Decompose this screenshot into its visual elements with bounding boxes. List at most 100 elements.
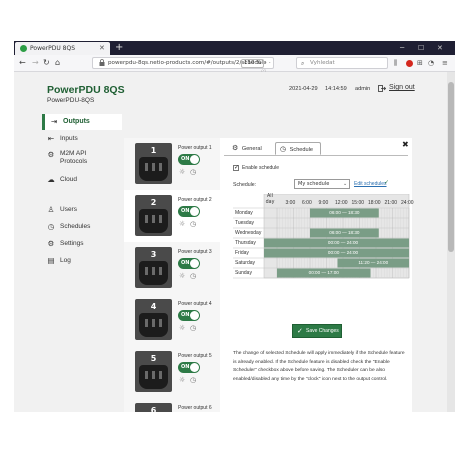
lock-icon [99,59,105,66]
schedule-select[interactable]: My schedule ⌄ [294,179,350,189]
output-toggle[interactable]: ON [178,310,200,321]
home-icon[interactable]: ⌂ [55,57,60,69]
settings-icon: ⚙ [47,239,55,248]
forward-icon[interactable]: → [32,57,39,69]
output-toggle[interactable]: ON [178,154,200,165]
new-tab-icon[interactable]: + [115,41,123,54]
clock-icon[interactable]: ◷ [190,272,196,281]
m2m-icon: ⚙ [47,150,55,159]
device-model: PowerPDU-8QS [47,97,95,104]
socket-face [139,157,168,181]
output-toggle[interactable]: ON [178,258,200,269]
output-number: 6 [150,406,157,412]
window-close-icon[interactable]: ✕ [437,42,443,54]
sidebar-item-m2m[interactable]: ⚙ M2M API Protocols [42,147,122,169]
library-icon[interactable]: ⫼ [394,58,397,68]
socket-pin [152,163,155,171]
sun-icon[interactable]: ☼ [179,220,185,229]
day-label: Monday [235,210,253,216]
socket-pin [145,267,148,275]
all-day-cell[interactable] [264,238,277,248]
scrollbar-thumb[interactable] [448,82,454,252]
browser-tabbar: PowerPDU 8QS ✕ + ─ ☐ ✕ [14,41,455,55]
sidebar-item-label: M2M API Protocols [60,150,88,165]
hour-label: 9:00 [318,200,329,206]
socket-face [139,209,168,233]
output-card[interactable]: 5 Power output 5 ON ☼ ◷ [124,346,220,398]
schedule-block-label: 00:00 — 17:00 [308,270,339,275]
socket-pin [145,371,148,379]
extension-icon[interactable]: ⊞ [417,58,423,68]
output-toggle[interactable]: ON [178,206,200,217]
sun-icon[interactable]: ☼ [179,376,185,385]
clock-icon[interactable]: ◷ [190,168,196,177]
sidebar-item-label: Cloud [60,176,77,183]
tab-general[interactable]: ⚙ General [228,142,268,155]
account-icon[interactable]: ◔ [428,58,434,68]
hour-label: 12:00 [335,200,348,206]
sidebar-item-users[interactable]: ♙ Users [42,202,122,218]
sidebar-item-cloud[interactable]: ☁ Cloud [42,172,122,188]
header-time: 14:14:59 [325,86,347,92]
sun-icon[interactable]: ☼ [179,272,185,281]
socket-icon[interactable]: 1 [135,143,172,184]
search-icon: ⌕ [301,60,305,67]
clock-icon[interactable]: ◷ [190,220,196,229]
sun-icon[interactable]: ☼ [179,324,185,333]
close-icon[interactable]: ✕ [99,43,105,53]
hour-label: 18:00 [368,200,381,206]
clock-icon[interactable]: ◷ [190,376,196,385]
search-bar[interactable]: ⌕ Vyhledat [296,57,388,69]
day-label: Wednesday [235,230,262,236]
sidebar-item-schedules[interactable]: ◷ Schedules [42,219,122,235]
edit-schedules-link[interactable]: Edit schedules [354,181,387,187]
signout-icon[interactable] [378,85,386,92]
sidebar-item-inputs[interactable]: ⇤ Inputs [42,131,122,147]
sidebar-item-settings[interactable]: ⚙ Settings [42,236,122,252]
output-card[interactable]: 6Power output 6ON☼◷ [124,398,220,412]
inputs-icon: ⇤ [47,134,55,143]
output-card[interactable]: 3 Power output 3 ON ☼ ◷ [124,242,220,294]
cloud-icon: ☁ [47,175,55,184]
page-scrollbar[interactable] [447,72,455,412]
output-card[interactable]: 4 Power output 4 ON ☼ ◷ [124,294,220,346]
output-card[interactable]: 1 Power output 1 ON ☼ ◷ [124,138,220,190]
socket-pin [159,215,162,223]
all-day-cell[interactable] [264,248,277,258]
url-bar[interactable]: powerpdu-8qs.netio-products.com/#/output… [92,57,274,85]
netio-favicon-icon [20,45,27,52]
reload-icon[interactable]: ↻ [43,57,50,69]
clock-icon[interactable]: ◷ [190,324,196,333]
sun-icon[interactable]: ☼ [179,168,185,177]
sidebar-item-outputs[interactable]: ⇥ Outputs [42,114,122,130]
socket-icon[interactable]: 3 [135,247,172,288]
browser-tab[interactable]: PowerPDU 8QS ✕ [15,42,110,55]
socket-pin [145,215,148,223]
brand-title: PowerPDU 8QS [47,84,125,96]
output-toggle[interactable]: ON [178,362,200,373]
minimize-icon[interactable]: ─ [400,42,404,54]
save-changes-button[interactable]: ✓ Save Changes [292,324,342,338]
sidebar-item-log[interactable]: ▤ Log [42,253,122,269]
back-icon[interactable]: ← [19,57,26,69]
maximize-icon[interactable]: ☐ [418,42,424,54]
tab-schedule[interactable]: ◷ Schedule [275,142,321,155]
hour-label: 3:00 [285,200,296,206]
schedules-icon: ◷ [47,222,55,231]
tab-label: Schedule [289,147,313,153]
schedule-panel: ⚙ General ◷ Schedule ✖ Enable schedule S… [220,138,414,412]
socket-icon[interactable]: 5 [135,351,172,392]
socket-icon[interactable]: 4 [135,299,172,340]
signout-link[interactable]: Sign out [389,84,415,91]
menu-icon[interactable]: ≡ [442,58,448,68]
outputs-icon: ⇥ [50,117,58,126]
output-card[interactable]: 2 Power output 2 ON ☼ ◷ [124,190,220,242]
enable-schedule-checkbox[interactable] [233,164,239,172]
adblock-icon[interactable] [406,60,413,67]
socket-icon[interactable]: 6 [135,403,172,412]
sidebar-item-label: Users [60,206,77,213]
output-number: 2 [150,198,157,207]
output-number: 1 [150,146,157,155]
socket-icon[interactable]: 2 [135,195,172,236]
panel-close-icon[interactable]: ✖ [402,140,409,150]
